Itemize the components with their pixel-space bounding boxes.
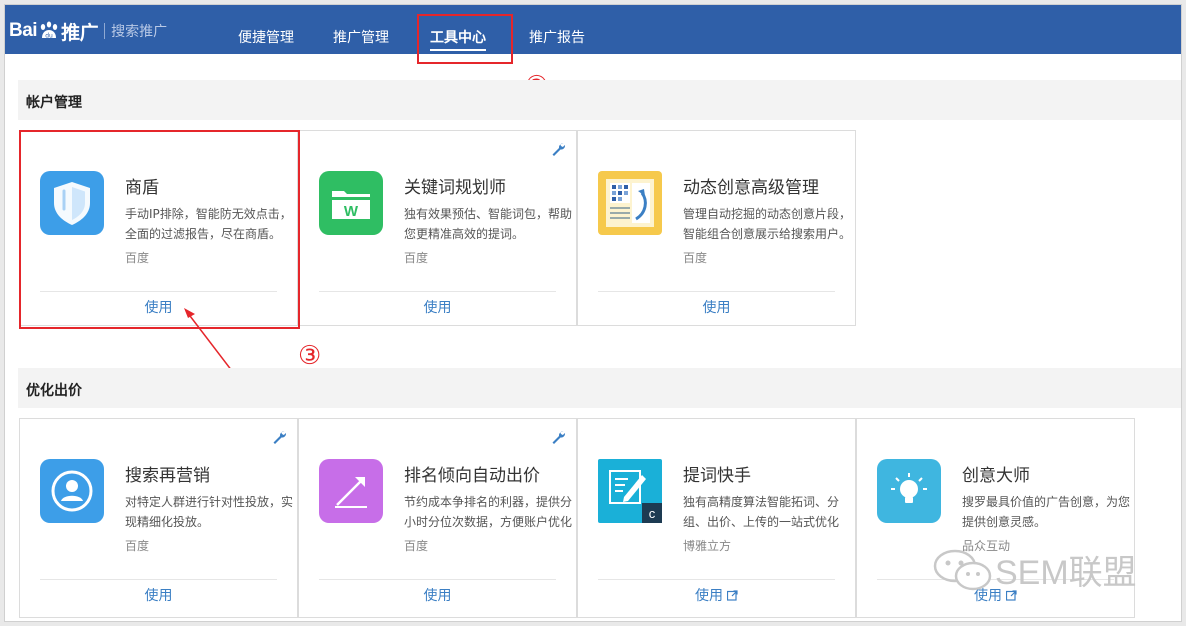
tool-description: 搜罗最具价值的广告创意，为您提供创意灵感。 — [962, 495, 1131, 529]
wrench-settings-icon[interactable] — [550, 429, 566, 445]
tool-vendor: 百度 — [125, 539, 150, 553]
nav-item-label: 推广管理 — [333, 30, 389, 46]
watermark: SEM联盟 — [931, 545, 1137, 594]
svg-text:du: du — [45, 33, 53, 40]
tool-vendor: 百度 — [404, 251, 429, 265]
tool-vendor: 博雅立方 — [683, 539, 732, 553]
use-button[interactable]: 使用 — [578, 297, 855, 317]
edit-doc-icon[interactable]: c — [598, 459, 662, 523]
dynamic-creative-icon[interactable] — [598, 171, 662, 235]
annotation-marker-3: ③ — [298, 341, 322, 371]
nav-item-label: 便捷管理 — [238, 30, 294, 46]
logo-text-tuiguang: 推广 — [61, 22, 99, 44]
watermark-text: SEM联盟 — [995, 554, 1137, 592]
product-name: 搜索推广 — [111, 24, 168, 40]
baidu-paw-icon: du — [38, 21, 60, 41]
tool-description: 管理自动挖掘的动态创意片段，智能组合创意展示给搜索用户。 — [683, 207, 852, 241]
baidu-promotion-logo[interactable]: Bai du 推广 搜索推广 — [9, 19, 168, 44]
use-button[interactable]: 使用 — [20, 585, 297, 605]
tool-description: 节约成本争排名的利器，提供分小时分位次数据，方便账户优化 — [404, 495, 573, 529]
card-divider — [598, 291, 835, 292]
nav-item-promotion-manage[interactable]: 推广管理 — [333, 27, 389, 47]
tool-card-tici-kuaishou: c 提词快手 独有高精度算法智能拓词、分组、出价、上传的一站式优化工... 博雅… — [577, 418, 856, 618]
tool-card-search-remarketing: 搜索再营销 对特定人群进行针对性投放，实现精细化投放。 百度 使用 — [19, 418, 298, 618]
use-button[interactable]: 使用 — [299, 585, 576, 605]
tool-vendor: 百度 — [683, 251, 708, 265]
logo-divider — [104, 23, 106, 39]
section-title: 帐户管理 — [26, 95, 82, 111]
section-title: 优化出价 — [26, 383, 82, 399]
nav-item-promotion-report[interactable]: 推广报告 — [529, 27, 585, 47]
tool-description: 独有高精度算法智能拓词、分组、出价、上传的一站式优化工... — [683, 495, 840, 529]
use-button-label: 使用 — [423, 588, 452, 604]
card-divider — [598, 579, 835, 580]
wrench-settings-icon[interactable] — [271, 429, 287, 445]
external-link-icon — [727, 590, 738, 601]
highlight-box-tool-center — [417, 14, 513, 64]
tool-card-dynamic-creative: 动态创意高级管理 管理自动挖掘的动态创意片段，智能组合创意展示给搜索用户。 百度… — [577, 130, 856, 326]
svg-text:W: W — [344, 203, 359, 220]
tool-title[interactable]: 提词快手 — [683, 461, 751, 486]
app-frame: Bai du 推广 搜索推广 便捷管理 推广管理 工具中心 推广报告 ② — [4, 4, 1182, 622]
tool-card-rank-auto-bid: 排名倾向自动出价 节约成本争排名的利器，提供分小时分位次数据，方便账户优化 百度… — [298, 418, 577, 618]
svg-text:c: c — [649, 506, 656, 521]
top-navigation-bar: Bai du 推广 搜索推广 便捷管理 推广管理 工具中心 推广报告 — [5, 5, 1181, 54]
nav-item-quick-manage[interactable]: 便捷管理 — [238, 27, 294, 47]
use-button[interactable]: 使用 — [578, 585, 855, 605]
use-button-label: 使用 — [423, 300, 452, 316]
tool-title[interactable]: 关键词规划师 — [404, 173, 506, 198]
use-button-label: 使用 — [695, 588, 723, 604]
use-button-label: 使用 — [144, 588, 173, 604]
lightbulb-icon[interactable] — [877, 459, 941, 523]
wrench-settings-icon[interactable] — [550, 141, 566, 157]
folder-w-icon[interactable]: W — [319, 171, 383, 235]
card-divider — [40, 579, 277, 580]
trend-arrow-icon[interactable] — [319, 459, 383, 523]
section-header-account-management: 帐户管理 — [18, 80, 1181, 120]
nav-item-label: 推广报告 — [529, 30, 585, 46]
tool-vendor: 百度 — [404, 539, 429, 553]
tool-title[interactable]: 创意大师 — [962, 461, 1030, 486]
tool-description: 对特定人群进行针对性投放，实现精细化投放。 — [125, 495, 294, 529]
section-header-bid-optimization: 优化出价 — [18, 368, 1181, 408]
tool-description: 独有效果预估、智能词包，帮助您更精准高效的提词。 — [404, 207, 573, 241]
card-divider — [319, 579, 556, 580]
tool-card-keyword-planner: W 关键词规划师 独有效果预估、智能词包，帮助您更精准高效的提词。 百度 使用 — [298, 130, 577, 326]
wechat-icon — [933, 549, 992, 590]
highlight-box-shangdun — [19, 130, 300, 329]
tool-title[interactable]: 搜索再营销 — [125, 461, 210, 486]
use-button-label: 使用 — [702, 300, 731, 316]
tool-title[interactable]: 动态创意高级管理 — [683, 173, 819, 198]
logo-text-bai: Bai — [9, 20, 38, 41]
tool-title[interactable]: 排名倾向自动出价 — [404, 461, 540, 486]
card-divider — [319, 291, 556, 292]
user-circle-icon[interactable] — [40, 459, 104, 523]
use-button[interactable]: 使用 — [299, 297, 576, 317]
